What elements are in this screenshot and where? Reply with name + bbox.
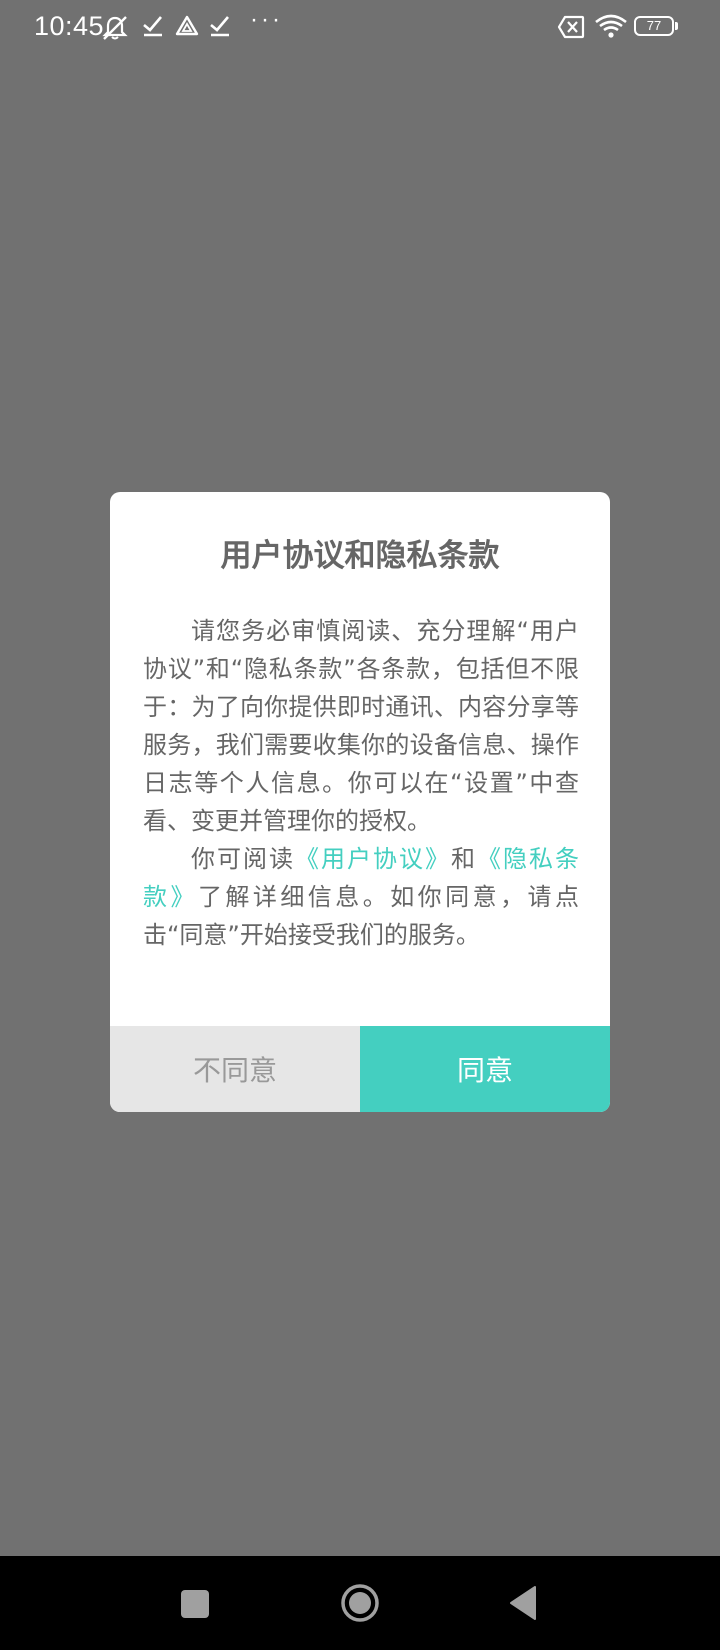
- mute-icon: [102, 16, 128, 40]
- paragraph-2-middle: 和: [451, 845, 477, 873]
- battery-tip: [675, 22, 678, 30]
- sim-absent-icon: [557, 15, 585, 39]
- recents-square-icon[interactable]: [180, 1589, 210, 1619]
- dialog-button-row: 不同意 同意: [110, 1026, 610, 1112]
- paragraph-2-prefix: 你可阅读: [191, 845, 295, 873]
- dialog-paragraph-2: 你可阅读《用户协议》和《隐私条款》了解详细信息。如你同意，请点击“同意”开始接受…: [143, 840, 579, 954]
- check-icon: [143, 16, 162, 37]
- battery-icon: 77: [634, 16, 674, 36]
- check-icon: [210, 16, 229, 37]
- navigation-bar: [0, 1556, 720, 1650]
- disagree-button[interactable]: 不同意: [110, 1026, 360, 1112]
- home-circle-icon[interactable]: [340, 1583, 380, 1623]
- user-agreement-link[interactable]: 《用户协议》: [295, 845, 451, 873]
- drive-icon: [175, 15, 199, 36]
- wifi-icon: [595, 14, 627, 38]
- dialog-paragraph-1: 请您务必审慎阅读、充分理解“用户协议”和“隐私条款”各条款，包括但不限于：为了向…: [143, 617, 579, 835]
- dialog-title: 用户协议和隐私条款: [220, 538, 500, 574]
- overflow-dots: ···: [250, 6, 283, 33]
- dialog-body: 请您务必审慎阅读、充分理解“用户协议”和“隐私条款”各条款，包括但不限于：为了向…: [143, 612, 579, 954]
- status-time: 10:45: [34, 11, 105, 41]
- back-triangle-icon[interactable]: [508, 1585, 538, 1621]
- privacy-dialog: 用户协议和隐私条款 请您务必审慎阅读、充分理解“用户协议”和“隐私条款”各条款，…: [110, 492, 610, 1112]
- agree-button[interactable]: 同意: [360, 1026, 610, 1112]
- paragraph-2-suffix: 了解详细信息。如你同意，请点击“同意”开始接受我们的服务。: [143, 883, 580, 949]
- status-bar: 10:45 ··· 77: [0, 0, 720, 56]
